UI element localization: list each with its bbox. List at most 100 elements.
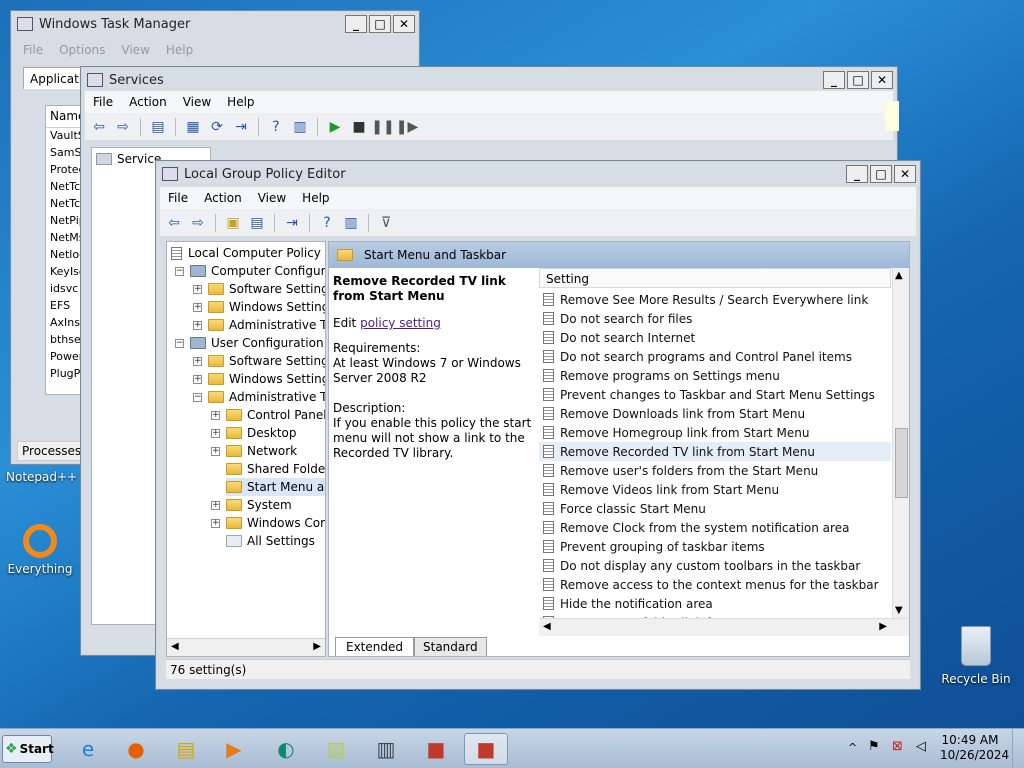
tree-item-u-software-settings[interactable]: + Software Settings — [193, 352, 325, 370]
refresh-icon[interactable]: ⟳ — [207, 117, 227, 137]
table-row[interactable]: Remove Homegroup link from Start Menu — [539, 423, 891, 442]
table-row[interactable]: Remove programs on Settings menu — [539, 366, 891, 385]
action-center-icon[interactable]: ⚑ — [868, 739, 880, 754]
properties-icon[interactable]: ▦ — [183, 117, 203, 137]
menu-help[interactable]: Help — [219, 95, 262, 109]
export-icon[interactable]: ⇥ — [282, 213, 302, 233]
table-row[interactable]: Remove user's folders from the Start Men… — [539, 461, 891, 480]
tree-item-u-windows-settings[interactable]: + Windows Setting — [193, 370, 325, 388]
tree-item-all-settings[interactable]: All Settings — [226, 532, 315, 550]
help-icon[interactable]: ? — [317, 213, 337, 233]
menu-options[interactable]: Options — [51, 43, 113, 57]
tree-item-windows-components[interactable]: + Windows Cor — [211, 514, 325, 532]
filter-icon[interactable]: ⊽ — [376, 213, 396, 233]
menu-action[interactable]: Action — [121, 95, 175, 109]
table-row[interactable]: Prevent changes to Taskbar and Start Men… — [539, 385, 891, 404]
back-icon[interactable]: ⇦ — [89, 117, 109, 137]
up-folder-icon[interactable]: ▣ — [223, 213, 243, 233]
view-icon[interactable]: ▥ — [341, 213, 361, 233]
show-desktop-button[interactable] — [1012, 729, 1024, 768]
table-row[interactable]: Remove Recorded TV link from Start Menu — [539, 442, 891, 461]
tab-standard[interactable]: Standard — [414, 637, 487, 656]
table-row[interactable]: Remove See More Results / Search Everywh… — [539, 290, 891, 309]
expand-icon[interactable]: + — [193, 374, 202, 384]
media-player-icon[interactable]: ▶ — [212, 733, 256, 765]
menu-view[interactable]: View — [113, 43, 157, 57]
tree-item-u-admin-templates[interactable]: − Administrative Te — [193, 388, 325, 406]
file-explorer-icon[interactable]: ▤ — [164, 733, 208, 765]
tree-item-services[interactable]: Service — [96, 150, 161, 168]
close-button[interactable]: ✕ — [393, 15, 415, 33]
maximize-button[interactable]: □ — [369, 15, 391, 33]
table-row[interactable]: Do not search programs and Control Panel… — [539, 347, 891, 366]
expand-icon[interactable]: + — [193, 284, 202, 294]
play-icon[interactable]: ▶ — [325, 117, 345, 137]
table-row[interactable]: Remove Clock from the system notificatio… — [539, 518, 891, 537]
menu-file[interactable]: File — [160, 191, 196, 205]
services-titlebar[interactable]: Services — [81, 67, 897, 93]
scroll-up-icon[interactable]: ▲ — [895, 270, 903, 281]
scroll-thumb[interactable] — [895, 428, 908, 498]
help-icon[interactable]: ? — [266, 117, 286, 137]
scroll-right-icon[interactable]: ▶ — [313, 641, 321, 652]
collapse-icon[interactable]: − — [175, 338, 184, 348]
expand-icon[interactable]: + — [211, 428, 220, 438]
minimize-button[interactable]: _ — [823, 71, 845, 89]
tree-item-control-panel[interactable]: + Control Panel — [211, 406, 325, 424]
maximize-button[interactable]: □ — [847, 71, 869, 89]
close-button[interactable]: ✕ — [871, 71, 893, 89]
menu-help[interactable]: Help — [158, 43, 201, 57]
scroll-left-icon[interactable]: ◀ — [543, 621, 551, 632]
network-icon[interactable]: ⊠ — [892, 739, 903, 754]
settings-vscrollbar[interactable]: ▲ ▼ — [892, 268, 909, 618]
tree-item-start-menu-taskbar[interactable]: Start Menu ar — [226, 478, 325, 496]
clock[interactable]: 10:49 AM 10/26/2024 — [940, 733, 1009, 763]
desktop-icon-notepadpp[interactable]: Notepad++ — [6, 470, 77, 484]
restart-icon[interactable]: ❚▶ — [396, 117, 419, 137]
tab-extended[interactable]: Extended — [335, 637, 414, 656]
show-hidden-icons[interactable]: ^ — [848, 741, 857, 754]
expand-icon[interactable]: + — [193, 302, 202, 312]
close-button[interactable]: ✕ — [894, 165, 916, 183]
desktop-icon-everything[interactable]: Everything — [4, 520, 76, 576]
tree-hscrollbar[interactable]: ◀ ▶ — [167, 638, 325, 656]
pause-icon[interactable]: ❚❚ — [371, 117, 394, 137]
scroll-down-icon[interactable]: ▼ — [895, 605, 903, 616]
forward-icon[interactable]: ⇨ — [188, 213, 208, 233]
table-row[interactable]: Remove access to the context menus for t… — [539, 575, 891, 594]
show-hide-tree-icon[interactable]: ▤ — [247, 213, 267, 233]
stop-icon[interactable]: ■ — [349, 117, 369, 137]
menu-view[interactable]: View — [250, 191, 294, 205]
gpedit-titlebar[interactable]: Local Group Policy Editor — [156, 161, 920, 187]
expand-icon[interactable]: + — [211, 518, 220, 528]
expand-icon[interactable]: + — [193, 320, 202, 330]
view-icon[interactable]: ▥ — [290, 117, 310, 137]
expand-icon[interactable]: + — [211, 446, 220, 456]
expand-icon[interactable]: + — [193, 356, 202, 366]
collapse-icon[interactable]: − — [175, 266, 184, 276]
table-row[interactable]: Force classic Start Menu — [539, 499, 891, 518]
menu-file[interactable]: File — [15, 43, 51, 57]
table-row[interactable]: Do not display any custom toolbars in th… — [539, 556, 891, 575]
tree-item-shared-folders[interactable]: Shared Folder — [226, 460, 325, 478]
desktop-icon-recycle-bin[interactable]: Recycle Bin — [940, 624, 1012, 686]
column-header-setting[interactable]: Setting — [539, 268, 891, 288]
menu-help[interactable]: Help — [294, 191, 337, 205]
firefox-icon[interactable]: ● — [114, 733, 158, 765]
toolbox-active-icon[interactable]: ■ — [464, 733, 508, 765]
tree-item-network[interactable]: + Network — [211, 442, 297, 460]
show-hide-tree-icon[interactable]: ▤ — [148, 117, 168, 137]
task-manager-icon[interactable]: ▥ — [364, 733, 408, 765]
back-icon[interactable]: ⇦ — [164, 213, 184, 233]
scroll-left-icon[interactable]: ◀ — [171, 641, 179, 652]
table-row[interactable]: Do not search Internet — [539, 328, 891, 347]
maximize-button[interactable]: □ — [870, 165, 892, 183]
settings-hscrollbar[interactable]: ◀ ▶ — [539, 618, 909, 636]
expand-icon[interactable]: + — [211, 500, 220, 510]
table-row[interactable]: Remove Videos link from Start Menu — [539, 480, 891, 499]
edit-policy-link[interactable]: policy setting — [360, 316, 441, 330]
forward-icon[interactable]: ⇨ — [113, 117, 133, 137]
volume-icon[interactable]: ◁ — [916, 739, 926, 754]
table-row[interactable]: Remove Downloads link from Start Menu — [539, 404, 891, 423]
menu-file[interactable]: File — [85, 95, 121, 109]
